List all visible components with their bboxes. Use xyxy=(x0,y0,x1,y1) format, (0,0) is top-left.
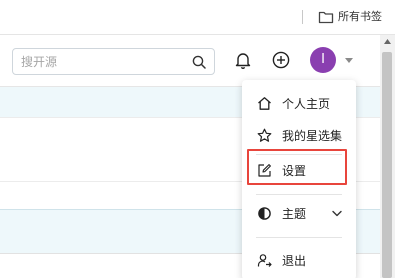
menu-item-label: 主题 xyxy=(282,207,307,221)
menu-item-label: 退出 xyxy=(282,254,307,268)
avatar[interactable]: I xyxy=(310,47,336,73)
bell-icon[interactable] xyxy=(235,51,251,69)
search-input[interactable] xyxy=(21,53,189,71)
menu-divider xyxy=(256,237,342,238)
theme-icon xyxy=(258,207,271,220)
menu-item-logout[interactable]: 退出 xyxy=(242,245,356,277)
menu-item-starred-collections[interactable]: 我的星选集 xyxy=(242,120,356,152)
bookmark-separator xyxy=(302,10,303,24)
menu-item-profile[interactable]: 个人主页 xyxy=(242,88,356,120)
all-bookmarks-link[interactable]: 所有书签 xyxy=(338,10,382,24)
add-circle-icon[interactable] xyxy=(272,51,290,69)
menu-item-theme[interactable]: 主题 xyxy=(242,198,356,230)
menu-item-label: 个人主页 xyxy=(282,97,331,111)
search-icon[interactable] xyxy=(192,55,206,69)
scroll-up-arrow-icon[interactable] xyxy=(384,39,391,44)
edit-icon xyxy=(258,164,271,177)
logout-icon xyxy=(257,254,272,267)
chevron-down-icon xyxy=(332,210,342,217)
caret-down-icon[interactable] xyxy=(345,58,353,63)
menu-item-label: 设置 xyxy=(282,164,307,178)
folder-icon[interactable] xyxy=(318,10,334,24)
menu-item-settings[interactable]: 设置 xyxy=(242,155,356,187)
user-dropdown-menu: 个人主页 我的星选集 设置 主题 退出 xyxy=(242,80,356,278)
star-icon xyxy=(257,128,272,142)
menu-divider xyxy=(256,194,342,195)
search-box[interactable] xyxy=(12,48,215,75)
bookmark-bar: 所有书签 xyxy=(0,0,395,35)
home-icon xyxy=(258,97,271,110)
menu-item-label: 我的星选集 xyxy=(282,129,343,143)
scrollbar-thumb[interactable] xyxy=(382,52,392,278)
